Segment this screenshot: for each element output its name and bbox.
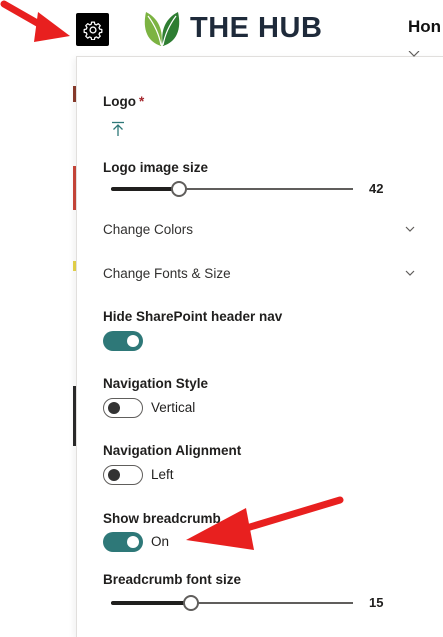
breadcrumb-font-slider[interactable] (111, 595, 353, 611)
hide-header-nav-toggle[interactable] (103, 331, 143, 351)
required-marker: * (139, 94, 145, 109)
slider-thumb[interactable] (170, 181, 187, 197)
upload-icon[interactable] (110, 121, 126, 137)
chevron-down-icon (405, 270, 415, 276)
slider-thumb[interactable] (182, 595, 199, 611)
nav-alignment-label: Navigation Alignment (103, 443, 242, 458)
change-fonts-label: Change Fonts & Size (103, 266, 231, 281)
breadcrumb-state: On (151, 534, 170, 549)
logo-size-label: Logo image size (103, 160, 209, 175)
logo-label: Logo * (103, 94, 145, 109)
slider-fill (111, 187, 179, 191)
nav-alignment-toggle[interactable] (103, 465, 143, 485)
breadcrumb-font-label: Breadcrumb font size (103, 572, 242, 587)
close-icon[interactable] (407, 51, 421, 61)
red-arrow (0, 0, 70, 42)
settings-button[interactable] (76, 13, 109, 46)
hide-header-nav-label: Hide SharePoint header nav (103, 309, 283, 324)
nav-style-state: Vertical (151, 400, 196, 415)
change-fonts-accordion[interactable]: Change Fonts & Size (103, 264, 415, 284)
slider-fill (111, 601, 191, 605)
change-colors-label: Change Colors (103, 222, 194, 237)
logo-text: THE HUB (190, 11, 323, 44)
leaf-logo-icon (144, 12, 180, 46)
toggle-knob (127, 536, 139, 548)
chevron-down-icon (405, 226, 415, 232)
toggle-knob (108, 469, 120, 481)
site-logo[interactable]: THE HUB (140, 8, 322, 48)
nav-style-label: Navigation Style (103, 376, 209, 391)
nav-style-toggle[interactable] (103, 398, 143, 418)
breadcrumb-toggle[interactable] (103, 532, 143, 552)
page-background (0, 56, 76, 636)
change-colors-accordion[interactable]: Change Colors (103, 220, 415, 240)
toggle-knob (108, 402, 120, 414)
nav-alignment-state: Left (151, 467, 174, 482)
nav-item-home[interactable]: Hon (408, 17, 441, 37)
logo-size-value: 42 (369, 181, 384, 196)
red-arrow (186, 496, 344, 550)
gear-icon (83, 20, 102, 40)
breadcrumb-font-value: 15 (369, 595, 384, 610)
toggle-knob (127, 335, 139, 347)
logo-size-slider[interactable] (111, 181, 353, 197)
